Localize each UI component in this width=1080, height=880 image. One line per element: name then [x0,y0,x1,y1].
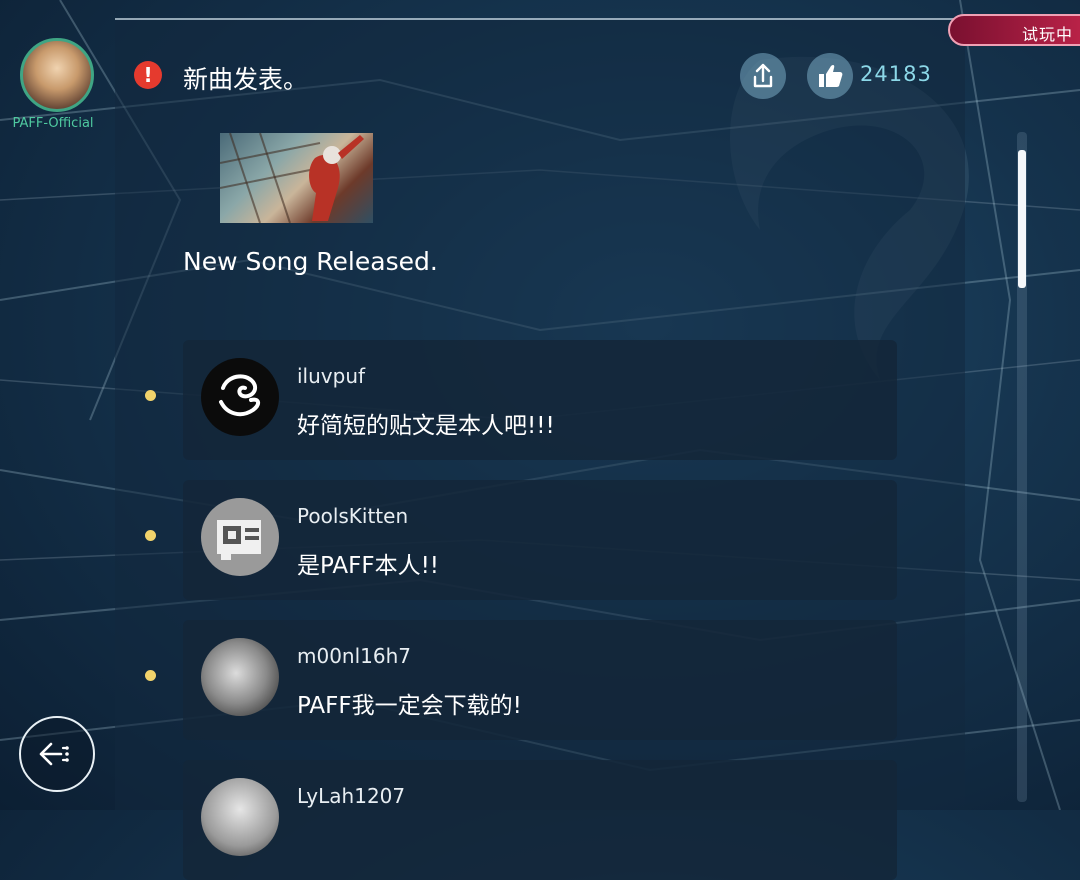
comment-card[interactable]: PoolsKitten 是PAFF本人!! [183,480,897,600]
comment-text: 好简短的贴文是本人吧!!! [297,413,555,439]
share-button[interactable] [740,53,786,99]
back-arrow-icon [39,742,69,766]
trial-badge: 试玩中 [948,14,1080,46]
thumbs-up-icon [819,64,843,87]
trial-label: 试玩中 [1022,25,1074,44]
comment-avatar[interactable] [201,498,279,576]
comment-avatar[interactable] [201,358,279,436]
comment-avatar[interactable] [201,638,279,716]
unread-dot [145,670,156,681]
comment-username: iluvpuf [297,364,366,388]
share-icon [753,63,773,88]
comment-card[interactable]: m00nl16h7 PAFF我一定会下载的! [183,620,897,740]
comment-card[interactable]: LyLah1207 [183,760,897,880]
author-avatar[interactable] [20,38,94,112]
pixel-cat-icon [217,520,261,560]
back-button[interactable] [19,716,95,792]
unread-dot [145,530,156,541]
comment-avatar[interactable] [201,778,279,856]
top-divider [115,18,955,20]
author-name: PAFF-Official [12,116,94,131]
unread-dot [145,390,156,401]
comment-username: LyLah1207 [297,784,406,808]
alert-icon: ! [134,61,162,89]
comment-text: 是PAFF本人!! [297,553,440,579]
comment-card[interactable]: iluvpuf 好简短的贴文是本人吧!!! [183,340,897,460]
comment-username: m00nl16h7 [297,644,412,668]
comment-username: PoolsKitten [297,504,409,528]
like-count: 24183 [860,62,932,86]
post-title: 新曲发表。 [183,65,309,94]
swirl-logo-icon [219,374,260,417]
post-image-art [220,133,364,223]
post-body: New Song Released. [183,247,438,276]
post-image[interactable] [220,133,373,223]
like-button[interactable] [807,53,853,99]
comment-text: PAFF我一定会下载的! [297,693,522,719]
post-author[interactable]: PAFF-Official [12,38,96,131]
scrollbar-thumb[interactable] [1018,150,1026,288]
